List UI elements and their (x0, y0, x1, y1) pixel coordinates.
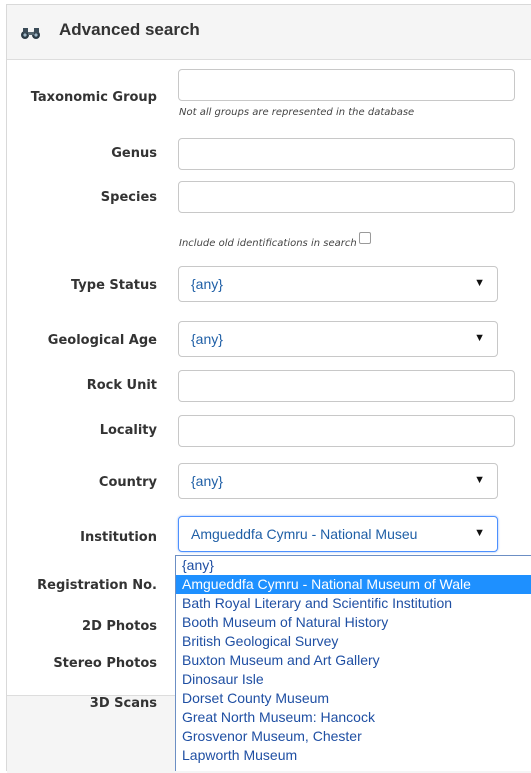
taxonomic-group-hint: Not all groups are represented in the da… (179, 107, 415, 118)
dropdown-arrow-icon: ▼ (474, 527, 485, 539)
institution-option[interactable]: Lapworth Museum (176, 746, 531, 765)
old-identifications-checkbox[interactable] (359, 232, 371, 244)
institution-label: Institution (80, 530, 157, 545)
genus-input[interactable] (178, 138, 515, 170)
dropdown-arrow-icon: ▼ (474, 332, 485, 344)
3d-scans-label: 3D Scans (89, 696, 157, 711)
stereo-photos-label: Stereo Photos (53, 656, 157, 671)
rock-unit-input[interactable] (178, 370, 515, 402)
institution-option[interactable]: Buxton Museum and Art Gallery (176, 651, 531, 670)
type-status-select[interactable]: {any} ▼ (178, 266, 498, 302)
country-label: Country (98, 475, 157, 490)
country-value: {any} (191, 473, 223, 489)
institution-option[interactable]: Dorset County Museum (176, 689, 531, 708)
locality-label: Locality (99, 423, 157, 438)
institution-select[interactable]: Amgueddfa Cymru - National Museu ▼ (178, 516, 498, 552)
institution-option[interactable]: {any} (176, 556, 531, 575)
type-status-label: Type Status (70, 278, 157, 293)
institution-option[interactable]: Grosvenor Museum, Chester (176, 727, 531, 746)
institution-value: Amgueddfa Cymru - National Museu (191, 526, 418, 542)
geological-age-value: {any} (191, 331, 223, 347)
panel-title: Advanced search (59, 20, 200, 39)
institution-option[interactable]: Amgueddfa Cymru - National Museum of Wal… (176, 575, 531, 594)
dropdown-arrow-icon: ▼ (474, 474, 485, 486)
institution-option[interactable]: British Geological Survey (176, 632, 531, 651)
old-identifications-label: Include old identifications in search (179, 238, 357, 249)
country-select[interactable]: {any} ▼ (178, 463, 498, 499)
institution-option[interactable]: Great North Museum: Hancock (176, 708, 531, 727)
locality-input[interactable] (178, 415, 515, 447)
institution-option[interactable]: Dinosaur Isle (176, 670, 531, 689)
panel-header: Advanced search (7, 5, 531, 60)
geological-age-select[interactable]: {any} ▼ (178, 321, 498, 357)
institution-dropdown-list[interactable]: {any} Amgueddfa Cymru - National Museum o… (175, 555, 531, 771)
taxonomic-group-input[interactable] (178, 69, 515, 101)
taxonomic-group-label: Taxonomic Group (30, 90, 157, 105)
institution-option[interactable]: Booth Museum of Natural History (176, 613, 531, 632)
type-status-value: {any} (191, 276, 223, 292)
2d-photos-label: 2D Photos (82, 619, 157, 634)
registration-no-label: Registration No. (37, 578, 157, 593)
institution-option[interactable]: Bath Royal Literary and Scientific Insti… (176, 594, 531, 613)
dropdown-arrow-icon: ▼ (474, 277, 485, 289)
species-label: Species (100, 190, 157, 205)
species-input[interactable] (178, 181, 515, 213)
genus-label: Genus (111, 146, 157, 161)
rock-unit-label: Rock Unit (86, 378, 157, 393)
binoculars-icon (21, 28, 40, 39)
geological-age-label: Geological Age (47, 333, 157, 348)
